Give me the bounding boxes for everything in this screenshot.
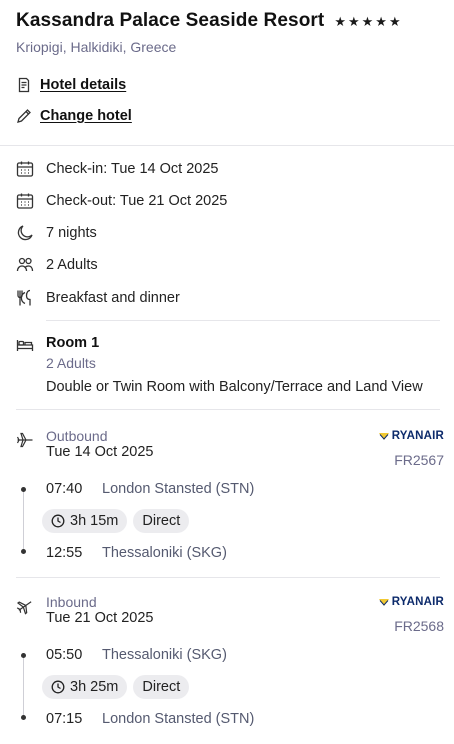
board-text: Breakfast and dinner [46, 290, 180, 306]
hotel-header: Kassandra Palace Seaside Resort ★ ★ ★ ★ … [16, 9, 446, 55]
moon-icon [16, 224, 34, 242]
room-description: Double or Twin Room with Balcony/Terrace… [46, 379, 423, 395]
duration-text: 3h 25m [70, 679, 119, 695]
timeline-line [23, 489, 24, 551]
inbound-flight: Inbound Tue 21 Oct 2025 RYANAIR FR2568 0… [16, 594, 444, 734]
change-hotel-label: Change hotel [40, 108, 132, 124]
nights-row: 7 nights [16, 222, 97, 244]
guests-row: 2 Adults [16, 254, 98, 276]
arrival-time: 07:15 [46, 711, 83, 727]
divider [16, 577, 440, 578]
pencil-icon [16, 108, 32, 124]
stops-chip: Direct [133, 675, 190, 699]
cutlery-icon [16, 289, 34, 307]
inbound-date: Tue 21 Oct 2025 [46, 610, 154, 626]
flight-chips: 3h 25m Direct [42, 675, 190, 699]
duration-chip: 3h 25m [42, 675, 128, 699]
board-row: Breakfast and dinner [16, 287, 180, 309]
hotel-location: Kriopigi, Halkidiki, Greece [16, 39, 177, 55]
plane-icon [16, 431, 34, 449]
airline-logo: RYANAIR [378, 430, 444, 442]
flight-number: FR2568 [394, 618, 444, 634]
star-icon: ★ [334, 13, 346, 29]
harp-icon [378, 433, 389, 440]
duration-chip: 3h 15m [42, 509, 128, 533]
departure-airport: Thessaloniki (SKG) [102, 647, 227, 663]
people-icon [16, 256, 34, 274]
flight-chips: 3h 15m Direct [42, 509, 190, 533]
flight-number: FR2567 [394, 452, 444, 468]
departure-time: 07:40 [46, 481, 83, 497]
calendar-icon [16, 160, 34, 178]
outbound-date: Tue 14 Oct 2025 [46, 444, 154, 460]
duration-text: 3h 15m [70, 513, 119, 529]
stops-chip: Direct [133, 509, 190, 533]
departure-time: 05:50 [46, 647, 83, 663]
arrival-time: 12:55 [46, 545, 83, 561]
timeline-dot [21, 653, 26, 658]
arrival-airport: Thessaloniki (SKG) [102, 545, 227, 561]
divider [46, 320, 440, 321]
change-hotel-link[interactable]: Change hotel [16, 106, 132, 126]
timeline-dot [21, 715, 26, 720]
airline-name: RYANAIR [391, 596, 444, 608]
room-guests: 2 Adults [46, 355, 96, 371]
timeline-dot [21, 487, 26, 492]
guests-text: 2 Adults [46, 257, 98, 273]
inbound-label: Inbound [46, 594, 97, 610]
plane-icon [16, 597, 34, 615]
arrival-airport: London Stansted (STN) [102, 711, 255, 727]
hotel-details-link[interactable]: Hotel details [16, 75, 126, 95]
document-icon [16, 77, 32, 93]
checkout-text: Check-out: Tue 21 Oct 2025 [46, 193, 228, 209]
bed-icon [16, 336, 34, 354]
star-rating: ★ ★ ★ ★ ★ [334, 15, 400, 28]
clock-icon [51, 514, 65, 528]
hotel-details-label: Hotel details [40, 77, 127, 93]
star-icon: ★ [347, 13, 360, 29]
timeline-dot [21, 549, 26, 554]
room-title: Room 1 [46, 335, 100, 351]
checkin-row: Check-in: Tue 14 Oct 2025 [16, 158, 219, 180]
airline-name: RYANAIR [391, 430, 444, 442]
divider [16, 409, 440, 410]
timeline-line [23, 655, 24, 717]
airline-logo: RYANAIR [378, 596, 444, 608]
divider [0, 145, 454, 146]
hotel-name: Kassandra Palace Seaside Resort [16, 10, 325, 31]
departure-airport: London Stansted (STN) [102, 481, 255, 497]
checkin-text: Check-in: Tue 14 Oct 2025 [46, 161, 219, 177]
star-icon: ★ [388, 13, 401, 29]
outbound-label: Outbound [46, 428, 108, 444]
outbound-flight: Outbound Tue 14 Oct 2025 RYANAIR FR2567 … [16, 428, 444, 568]
star-icon: ★ [361, 13, 374, 29]
clock-icon [51, 680, 65, 694]
calendar-icon [16, 192, 34, 210]
checkout-row: Check-out: Tue 21 Oct 2025 [16, 190, 227, 212]
nights-text: 7 nights [46, 225, 97, 241]
star-icon: ★ [375, 13, 387, 29]
harp-icon [378, 599, 389, 606]
